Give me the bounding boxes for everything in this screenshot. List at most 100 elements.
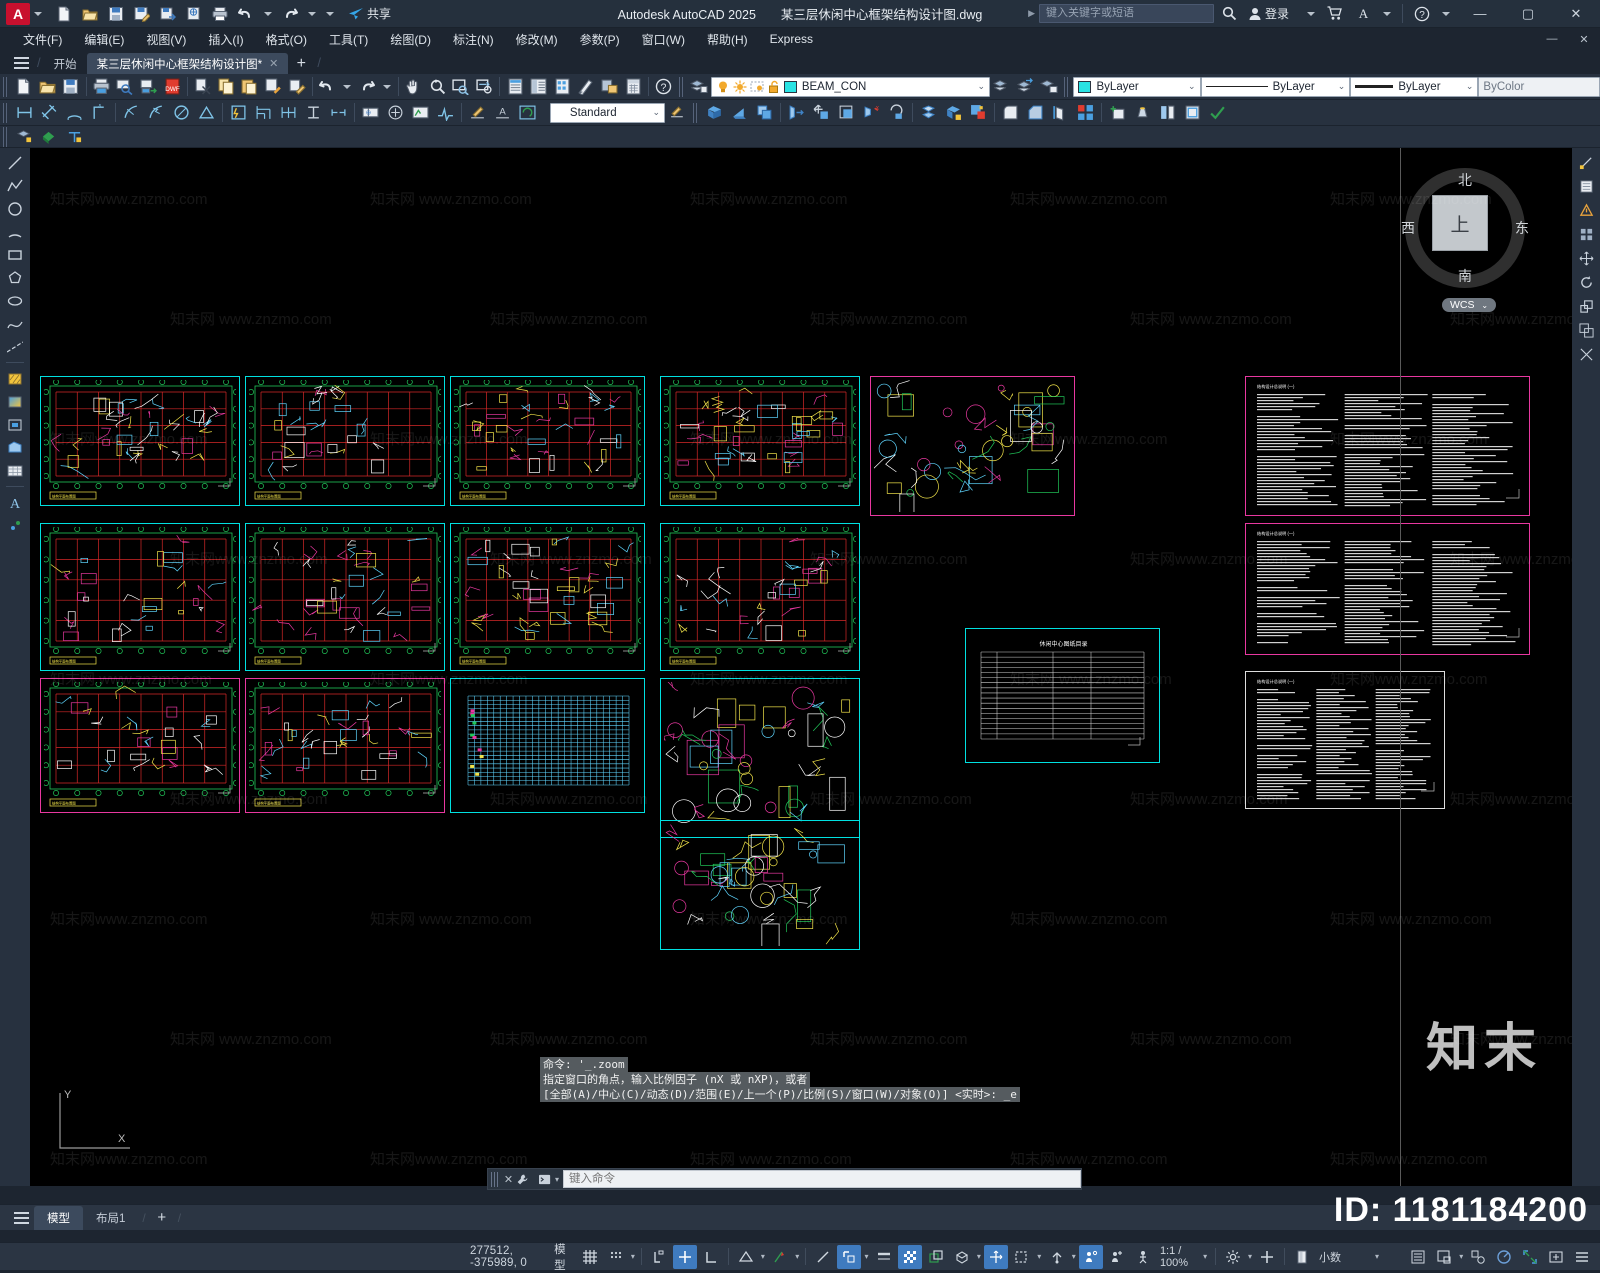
chamfer-edge-icon[interactable] bbox=[1023, 101, 1048, 124]
toolbar-grip-1[interactable] bbox=[3, 76, 9, 97]
polygon-tool-icon[interactable] bbox=[3, 267, 27, 288]
3d-subtract-icon[interactable] bbox=[966, 101, 991, 124]
annotation-scale-combo[interactable]: 1:1 / 100% ▾ bbox=[1156, 1245, 1211, 1269]
3d-move-icon[interactable] bbox=[809, 101, 834, 124]
dim-continue-icon[interactable] bbox=[276, 101, 301, 124]
circle-tool-icon[interactable] bbox=[3, 198, 27, 219]
dynamic-ucs-toggle[interactable] bbox=[984, 1244, 1009, 1269]
dim-inspect-icon[interactable] bbox=[408, 101, 433, 124]
dim-linear-icon[interactable] bbox=[12, 101, 37, 124]
menu-dimension[interactable]: 标注(N) bbox=[442, 29, 505, 50]
window-minimize-button[interactable]: — bbox=[1458, 0, 1502, 28]
units-combo[interactable]: 小数 ▾ bbox=[1315, 1249, 1405, 1265]
dim-space-icon[interactable] bbox=[301, 101, 326, 124]
search-input[interactable]: 键入关键字或短语 bbox=[1038, 4, 1214, 23]
color-chevron-down-icon[interactable]: ⌄ bbox=[1182, 81, 1196, 92]
gizmo-chevron-icon[interactable]: ▾ bbox=[1070, 1252, 1078, 1261]
help-icon[interactable]: ? bbox=[1410, 3, 1434, 25]
center-mark-icon[interactable] bbox=[383, 101, 408, 124]
view-cube-west-label[interactable]: 西 bbox=[1401, 218, 1415, 238]
dim-edit-icon[interactable] bbox=[465, 101, 490, 124]
open-file-icon[interactable] bbox=[78, 3, 102, 25]
dim-jogged-icon[interactable] bbox=[144, 101, 169, 124]
new-layout-button[interactable]: + bbox=[150, 1207, 174, 1229]
3d-osnap-chevron-icon[interactable]: ▾ bbox=[975, 1252, 983, 1261]
quick-properties-icon[interactable] bbox=[1406, 1245, 1430, 1269]
rotate-icon[interactable] bbox=[1574, 272, 1598, 293]
file-tab-active[interactable]: 某三层休闲中心框架结构设计图* ✕ bbox=[86, 53, 289, 74]
render-icon[interactable] bbox=[1130, 101, 1155, 124]
match-properties-icon[interactable] bbox=[262, 75, 286, 98]
express-layer-icon[interactable] bbox=[12, 127, 37, 146]
sheet-structure-plan-3[interactable]: 结构平面布置图 bbox=[450, 376, 645, 506]
quick-calc-icon[interactable] bbox=[621, 75, 645, 98]
menu-file[interactable]: 文件(F) bbox=[12, 29, 73, 50]
ellipse-tool-icon[interactable] bbox=[3, 290, 27, 311]
cut-icon[interactable] bbox=[191, 75, 215, 98]
lock-ui-icon[interactable] bbox=[1432, 1245, 1456, 1269]
doc-minimize-button[interactable]: — bbox=[1536, 28, 1568, 50]
pan-icon[interactable] bbox=[402, 75, 426, 98]
erase-icon[interactable] bbox=[285, 75, 309, 98]
redo-chevron-icon[interactable] bbox=[383, 84, 392, 89]
menu-draw[interactable]: 绘图(D) bbox=[379, 29, 442, 50]
3d-toolbar-grip[interactable] bbox=[693, 102, 699, 123]
polar-tracking-toggle[interactable] bbox=[699, 1245, 723, 1269]
quick-dimension-icon[interactable] bbox=[226, 101, 251, 124]
signin-chevron-icon[interactable] bbox=[1307, 11, 1315, 16]
grid-view-icon[interactable] bbox=[1574, 224, 1598, 245]
coordinate-display[interactable]: 277512, -375989, 0 bbox=[470, 1245, 549, 1269]
plot-icon[interactable] bbox=[208, 3, 232, 25]
express-grip[interactable] bbox=[3, 126, 9, 147]
command-bar-settings-icon[interactable] bbox=[516, 1173, 534, 1186]
construction-line-icon[interactable] bbox=[3, 336, 27, 357]
region-tool-icon[interactable] bbox=[3, 437, 27, 458]
linetype-control-combo[interactable]: ByLayer ⌄ bbox=[1200, 76, 1351, 97]
slice-icon[interactable] bbox=[916, 101, 941, 124]
autodesk-account-icon[interactable]: A bbox=[1351, 3, 1375, 25]
search-expand-icon[interactable]: ▶ bbox=[1028, 8, 1035, 19]
point-tool-icon[interactable] bbox=[3, 515, 27, 536]
open-icon[interactable] bbox=[35, 75, 59, 98]
graphics-performance-icon[interactable] bbox=[1492, 1245, 1516, 1269]
layout-menu-icon[interactable] bbox=[8, 1208, 34, 1228]
toolbar-grip-3[interactable] bbox=[1063, 76, 1070, 97]
hatch-tool-icon[interactable] bbox=[3, 368, 27, 389]
command-input[interactable] bbox=[563, 1170, 1081, 1188]
menu-express[interactable]: Express bbox=[759, 30, 824, 48]
autocad-logo-icon[interactable]: A bbox=[6, 2, 30, 25]
sheet-structure-plan-2[interactable]: 结构平面布置图 bbox=[245, 376, 445, 506]
undo-icon[interactable] bbox=[316, 75, 340, 98]
rectangle-tool-icon[interactable] bbox=[3, 244, 27, 265]
dim-style-manager-icon[interactable] bbox=[665, 101, 690, 124]
ucs-selector-dropdown[interactable]: WCS ⌄ bbox=[1442, 298, 1497, 312]
3d-edit-array-icon[interactable] bbox=[1073, 101, 1098, 124]
transparency-toggle[interactable] bbox=[897, 1244, 922, 1269]
menu-tools[interactable]: 工具(T) bbox=[318, 29, 379, 50]
menu-window[interactable]: 窗口(W) bbox=[631, 29, 696, 50]
save-icon[interactable] bbox=[104, 3, 128, 25]
sheet-structure-plan-1[interactable]: 结构平面布置图 bbox=[40, 376, 240, 506]
plotstyle-control-combo[interactable]: ByColor bbox=[1478, 76, 1600, 97]
properties-icon[interactable] bbox=[1574, 152, 1598, 173]
account-chevron-icon[interactable] bbox=[1383, 11, 1391, 16]
model-space-indicator[interactable]: 模型 bbox=[549, 1241, 577, 1273]
layer-properties-manager-icon[interactable] bbox=[687, 75, 711, 98]
2d-object-snap-toggle[interactable] bbox=[837, 1244, 862, 1269]
dim-toolbar-grip[interactable] bbox=[3, 102, 9, 123]
view-cube-face[interactable]: 上 bbox=[1432, 195, 1488, 251]
window-maximize-button[interactable]: ▢ bbox=[1506, 0, 1550, 28]
warning-icon[interactable] bbox=[1574, 200, 1598, 221]
dim-radius-icon[interactable] bbox=[119, 101, 144, 124]
sheet-structure-plan-8[interactable]: 结构平面布置图 bbox=[660, 523, 860, 671]
help-chevron-icon[interactable] bbox=[1442, 11, 1450, 16]
menu-format[interactable]: 格式(O) bbox=[255, 29, 318, 50]
layer-list-icon[interactable] bbox=[1574, 176, 1598, 197]
dim-update-icon[interactable] bbox=[515, 101, 540, 124]
multiline-text-icon[interactable]: A bbox=[3, 492, 27, 513]
properties-palette-icon[interactable] bbox=[503, 75, 527, 98]
units-icon[interactable] bbox=[1290, 1245, 1314, 1269]
zoom-realtime-icon[interactable] bbox=[426, 75, 450, 98]
grid-display-toggle[interactable] bbox=[578, 1245, 602, 1269]
zoom-previous-icon[interactable] bbox=[473, 75, 497, 98]
